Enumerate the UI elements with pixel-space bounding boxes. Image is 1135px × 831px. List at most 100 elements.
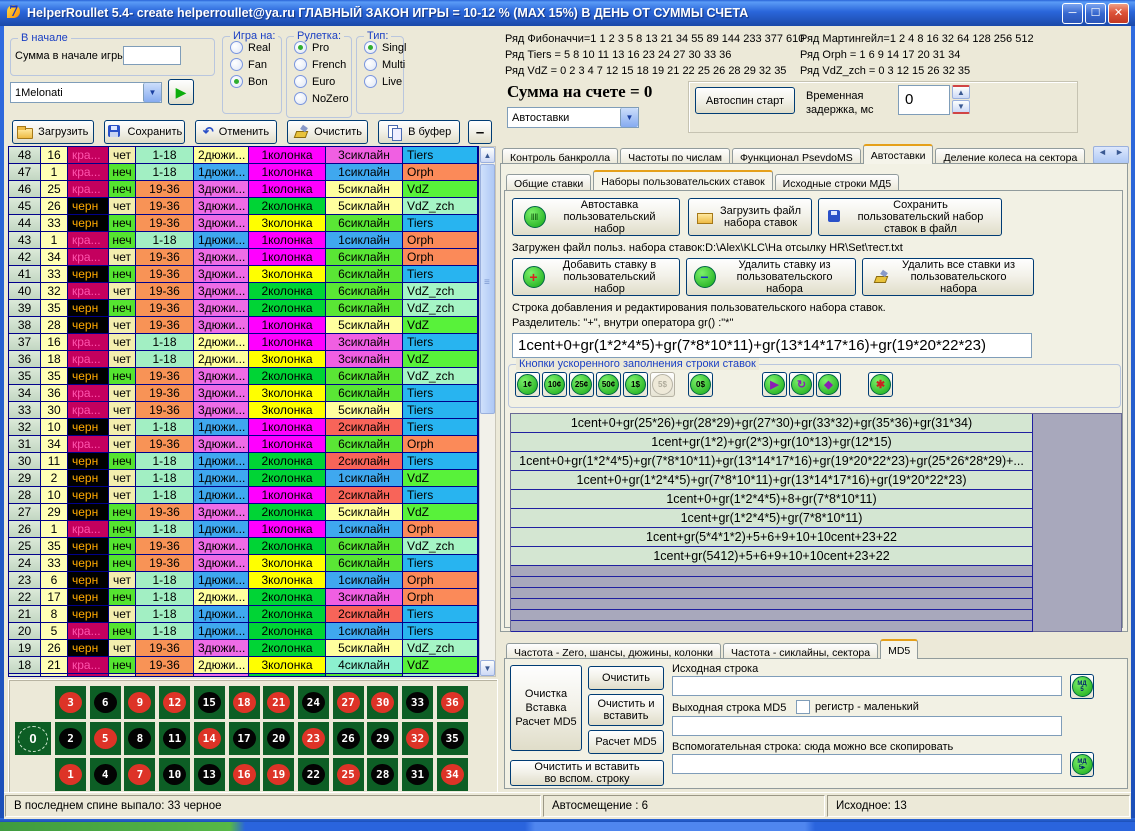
title-bar[interactable]: 7 HelperRoullet 5.4- create helperroulle… bbox=[0, 0, 1135, 26]
spin-row-32[interactable]: 3210чернчет1-181дюжи...1колонка2сиклайнT… bbox=[9, 419, 478, 436]
register-checkbox[interactable] bbox=[796, 700, 810, 714]
roulette-cell-16[interactable]: 16 bbox=[229, 758, 260, 791]
bet-50cent-button[interactable]: 50¢ bbox=[596, 372, 621, 397]
spin-row-18[interactable]: 1821кра...неч19-362дюжи...3колонка4сикла… bbox=[9, 657, 478, 674]
delete-all-bets-button[interactable]: Удалить все ставки из пользовательского … bbox=[862, 258, 1034, 296]
roulette-cell-19[interactable]: 19 bbox=[263, 758, 294, 791]
spin-row-44[interactable]: 4433черннеч19-363дюжи...3колонка6сиклайн… bbox=[9, 215, 478, 232]
roulette-cell-10[interactable]: 10 bbox=[159, 758, 190, 791]
spin-row-28[interactable]: 2810чернчет1-181дюжи...1колонка2сиклайнT… bbox=[9, 487, 478, 504]
spins-scrollbar[interactable]: ▲ ▼ bbox=[479, 146, 496, 677]
radio-multi[interactable]: Multi bbox=[364, 58, 403, 71]
fill-repeat-button[interactable]: ↻ bbox=[789, 372, 814, 397]
roulette-cell-6[interactable]: 6 bbox=[90, 686, 121, 719]
roulette-cell-3[interactable]: 3 bbox=[55, 686, 86, 719]
md5-clear-button[interactable]: Очистить bbox=[588, 666, 664, 690]
spin-row-47[interactable]: 471кра...неч1-181дюжи...1колонка1сиклайн… bbox=[9, 164, 478, 181]
fill-mixed-button[interactable]: ◆ bbox=[816, 372, 841, 397]
bet-1cent-button[interactable]: 1¢ bbox=[515, 372, 540, 397]
radio-icon[interactable] bbox=[230, 41, 243, 54]
roulette-cell-34[interactable]: 34 bbox=[437, 758, 468, 791]
autostavka-set-button[interactable]: ‖‖ Автоставка пользовательский набор bbox=[512, 198, 680, 236]
autospin-start-button[interactable]: Автоспин старт bbox=[695, 87, 795, 114]
spin-row-48[interactable]: 4816кра...чет1-182дюжи...1колонка3сиклай… bbox=[9, 147, 478, 164]
bet-set-row[interactable]: 1cent+0+gr(1*2*4*5)+8+gr(7*8*10*11) bbox=[511, 490, 1033, 509]
spin-row-17[interactable]: 1732кра...чет19-363дюжи...2колонка6сикла… bbox=[9, 674, 478, 677]
roulette-cell-14[interactable]: 14 bbox=[194, 722, 225, 755]
spin-row-25[interactable]: 2535черннеч19-363дюжи...2колонка6сиклайн… bbox=[9, 538, 478, 555]
spin-row-33[interactable]: 3330кра...чет19-363дюжи...3колонка5сикла… bbox=[9, 402, 478, 419]
spinner-down-icon[interactable]: ▼ bbox=[952, 100, 970, 114]
md5-source-input[interactable] bbox=[672, 676, 1062, 696]
roulette-cell-20[interactable]: 20 bbox=[263, 722, 294, 755]
roulette-cell-17[interactable]: 17 bbox=[229, 722, 260, 755]
spin-row-45[interactable]: 4526чернчет19-363дюжи...2колонка5сиклайн… bbox=[9, 198, 478, 215]
md5-clear-paste-aux-button[interactable]: Очистить и вставитьво вспом. строку bbox=[510, 760, 664, 786]
bet-set-row[interactable]: 1cent+gr(5*4*1*2)+5+6+9+10+10cent+23+22 bbox=[511, 528, 1033, 547]
bet-string-input[interactable]: 1cent+0+gr(1*2*4*5)+gr(7*8*10*11)+gr(13*… bbox=[512, 333, 1032, 358]
save-bets-file-button[interactable]: Сохранить пользовательский набор ставок … bbox=[818, 198, 1002, 236]
roulette-cell-29[interactable]: 29 bbox=[367, 722, 398, 755]
roulette-cell-0[interactable]: 0 bbox=[15, 722, 51, 755]
spin-row-22[interactable]: 2217черннеч1-182дюжи...2колонка3сиклайнO… bbox=[9, 589, 478, 606]
maximize-button-icon[interactable]: ☐ bbox=[1085, 3, 1106, 24]
bet-set-row[interactable]: 1cent+0+gr(25*26)+gr(28*29)+gr(27*30)+gr… bbox=[511, 414, 1033, 433]
strategy-select[interactable]: 1Melonati ▼ bbox=[10, 82, 162, 103]
fill-play-button[interactable]: ▶ bbox=[762, 372, 787, 397]
tab-scroll-right-icon[interactable]: ► bbox=[1111, 147, 1128, 163]
bet-set-row[interactable]: 1cent+0+gr(1*2*4*5)+gr(7*8*10*11)+gr(13*… bbox=[511, 452, 1033, 471]
bet-set-row[interactable]: 1cent+gr(1*2)+gr(2*3)+gr(10*13)+gr(12*15… bbox=[511, 433, 1033, 452]
radio-fan[interactable]: Fan bbox=[230, 58, 281, 71]
bet-set-row[interactable]: 1cent+gr(1*2*4*5)+gr(7*8*10*11) bbox=[511, 509, 1033, 528]
md5-aux-input[interactable] bbox=[672, 754, 1062, 774]
load-bets-file-button[interactable]: Загрузить файл набора ставок bbox=[688, 198, 812, 236]
undo-button[interactable]: ↶ Отменить bbox=[195, 120, 277, 144]
roulette-cell-2[interactable]: 2 bbox=[55, 722, 86, 755]
roulette-cell-33[interactable]: 33 bbox=[402, 686, 433, 719]
spin-row-40[interactable]: 4032кра...чет19-363дюжи...2колонка6сикла… bbox=[9, 283, 478, 300]
add-bet-button[interactable]: + Добавить ставку в пользовательский наб… bbox=[512, 258, 680, 296]
minimize-button-icon[interactable]: ─ bbox=[1062, 3, 1083, 24]
spin-row-38[interactable]: 3828чернчет19-363дюжи...1колонка5сиклайн… bbox=[9, 317, 478, 334]
radio-nozero[interactable]: NoZero bbox=[294, 92, 351, 105]
delay-spinner-value[interactable]: 0 bbox=[898, 85, 950, 115]
roulette-cell-13[interactable]: 13 bbox=[194, 758, 225, 791]
scrollbar-thumb[interactable] bbox=[480, 164, 495, 414]
clear-button[interactable]: Очистить bbox=[287, 120, 369, 144]
chevron-down-icon[interactable]: ▼ bbox=[143, 83, 161, 102]
roulette-cell-26[interactable]: 26 bbox=[333, 722, 364, 755]
start-sum-input[interactable] bbox=[123, 46, 181, 65]
spin-row-23[interactable]: 236чернчет1-181дюжи...3колонка1сиклайнOr… bbox=[9, 572, 478, 589]
spin-row-19[interactable]: 1926чернчет19-363дюжи...2колонка5сиклайн… bbox=[9, 640, 478, 657]
close-button-icon[interactable]: ✕ bbox=[1108, 3, 1129, 24]
mode-select[interactable]: Автоставки ▼ bbox=[507, 107, 639, 128]
roulette-cell-32[interactable]: 32 bbox=[402, 722, 433, 755]
spin-row-34[interactable]: 3436кра...чет19-363дюжи...3колонка6сикла… bbox=[9, 385, 478, 402]
fill-special-button[interactable]: ✱ bbox=[868, 372, 893, 397]
load-button[interactable]: Загрузить bbox=[12, 120, 94, 144]
radio-icon[interactable] bbox=[294, 75, 307, 88]
radio-real[interactable]: Real bbox=[230, 41, 281, 54]
roulette-cell-24[interactable]: 24 bbox=[298, 686, 329, 719]
save-button[interactable]: Сохранить bbox=[104, 120, 186, 144]
roulette-cell-21[interactable]: 21 bbox=[263, 686, 294, 719]
bet-10cent-button[interactable]: 10¢ bbox=[542, 372, 567, 397]
spin-row-41[interactable]: 4133черннеч19-363дюжи...3колонка6сиклайн… bbox=[9, 266, 478, 283]
spin-row-21[interactable]: 218чернчет1-181дюжи...2колонка2сиклайнTi… bbox=[9, 606, 478, 623]
freqtab-md5[interactable]: MD5 bbox=[880, 639, 918, 659]
md5-clear-paste-button[interactable]: Очистить и вставить bbox=[588, 694, 664, 726]
spin-row-37[interactable]: 3716кра...чет1-182дюжи...1колонка3сиклай… bbox=[9, 334, 478, 351]
md5-calc-source-button[interactable]: МД5 bbox=[1070, 674, 1094, 699]
bet-set-row[interactable]: 1cent+gr(5412)+5+6+9+10+10cent+23+22 bbox=[511, 547, 1033, 566]
radio-icon[interactable] bbox=[364, 58, 377, 71]
taskbar[interactable] bbox=[0, 822, 1135, 831]
tab-автоставки[interactable]: Автоставки bbox=[863, 144, 934, 164]
roulette-cell-27[interactable]: 27 bbox=[333, 686, 364, 719]
spin-row-24[interactable]: 2433черннеч19-363дюжи...3колонка6сиклайн… bbox=[9, 555, 478, 572]
roulette-cell-11[interactable]: 11 bbox=[159, 722, 190, 755]
spin-row-42[interactable]: 4234кра...чет19-363дюжи...1колонка6сикла… bbox=[9, 249, 478, 266]
spin-row-36[interactable]: 3618кра...чет1-182дюжи...3колонка3сиклай… bbox=[9, 351, 478, 368]
subtab-наборы-пользовательских-ставок[interactable]: Наборы пользовательских ставок bbox=[593, 170, 772, 190]
spin-row-46[interactable]: 4625кра...неч19-363дюжи...1колонка5сикла… bbox=[9, 181, 478, 198]
radio-icon[interactable] bbox=[364, 41, 377, 54]
